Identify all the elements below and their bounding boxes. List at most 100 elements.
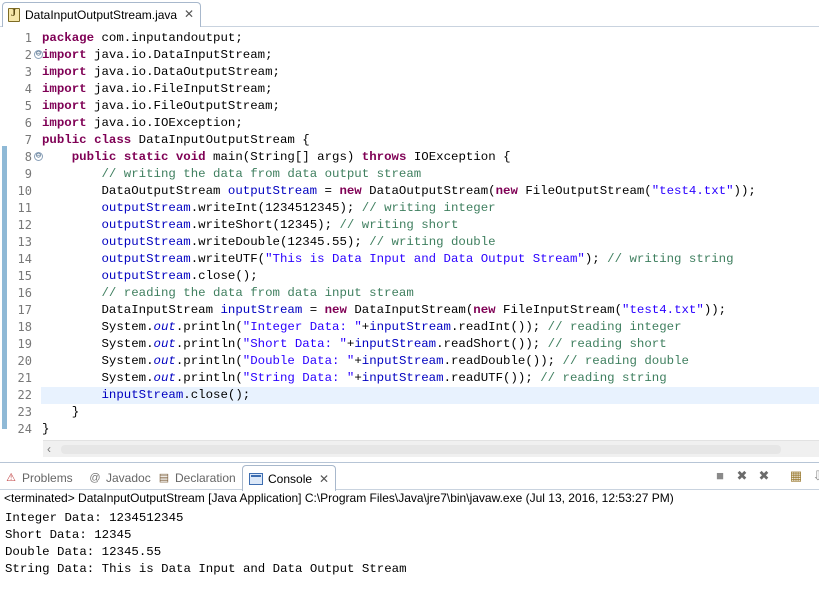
code-line[interactable]: System.out.println("Double Data: "+input… [42,353,819,370]
code-token: .close(); [183,388,251,402]
code-token: out [153,320,176,334]
line-number: 8 ⊖ [24,150,43,164]
code-token: new [495,184,518,198]
code-token: "Double Data: " [242,354,355,368]
code-line[interactable]: import java.io.DataInputStream; [42,47,819,64]
code-line[interactable]: inputStream.close(); [41,387,819,404]
code-line[interactable]: System.out.println("String Data: "+input… [42,370,819,387]
console-status-header: <terminated> DataInputOutputStream [Java… [4,491,674,505]
code-line[interactable]: public class DataInputOutputStream { [42,132,819,149]
code-line[interactable]: outputStream.writeShort(12345); // writi… [42,217,819,234]
tab-javadoc[interactable]: @ Javadoc [88,468,150,488]
scrollbar-thumb[interactable] [61,445,781,454]
code-line[interactable]: import java.io.IOException; [42,115,819,132]
line-number: 2 ⊖ [24,48,43,62]
code-line[interactable]: DataInputStream inputStream = new DataIn… [42,302,819,319]
close-icon[interactable]: ✕ [319,472,329,486]
clear-console-icon[interactable]: ▦ [788,468,804,484]
code-editor[interactable]: 1 2 ⊖ 3 4 5 6 7 8 ⊖ 9 10 11 12 13 14 15 16 17 18 19 20 21 22 23 2… [0,27,819,438]
code-token: public [42,133,87,147]
code-line[interactable]: } [42,421,819,438]
code-line[interactable]: outputStream.writeUTF("This is Data Inpu… [42,251,819,268]
code-line[interactable]: import java.io.FileInputStream; [42,81,819,98]
code-token: java.io.IOException; [86,116,243,130]
editor-tab-datainputoutputstream[interactable]: J DataInputOutputStream.java ✕ [2,2,201,27]
scroll-left-icon[interactable]: ‹ [47,442,51,456]
line-number: 23 [17,405,32,419]
line-number: 21 [17,371,32,385]
code-line[interactable]: import java.io.FileOutputStream; [42,98,819,115]
code-token: inputStream [220,303,303,317]
code-token: public [71,150,117,164]
code-line[interactable]: DataOutputStream outputStream = new Data… [42,183,819,200]
code-lines[interactable]: package com.inputandoutput; import java.i… [41,30,819,438]
line-number: 15 [17,269,32,283]
horizontal-scrollbar[interactable]: ‹ [43,440,819,457]
line-number: 11 [17,201,32,215]
console-toolbar: ■ ✖ ✖ ▦ ⇩ [712,468,819,486]
code-token: .writeDouble(12345.55); [190,235,370,249]
code-token: DataInputOutputStream { [131,133,310,147]
code-token: "String Data: " [242,371,355,385]
tab-declaration[interactable]: ▤ Declaration [157,468,236,488]
code-token: DataInputStream [42,303,221,317]
code-token: import [42,82,87,96]
code-token: class [94,133,132,147]
code-line[interactable]: outputStream.writeDouble(12345.55); // w… [42,234,819,251]
code-token: FileInputStream( [495,303,623,317]
code-token: "This is Data Input and Data Output Stre… [265,252,585,266]
code-line[interactable]: System.out.println("Integer Data: "+inpu… [42,319,819,336]
remove-launch-icon[interactable]: ✖ [734,468,750,484]
code-line[interactable]: outputStream.close(); [42,268,819,285]
code-token: .readShort()); [436,337,548,351]
code-token: out [153,337,176,351]
code-token: inputStream [101,388,184,402]
code-token: // reading integer [547,320,682,334]
code-token: java.io.DataOutputStream; [86,65,280,79]
code-token: // reading double [562,354,689,368]
code-token: System. [42,354,154,368]
tab-console[interactable]: Console ✕ [242,465,337,491]
panel-tab-bar: ⚠ Problems @ Javadoc ▤ Declaration Conso… [0,462,819,491]
terminate-icon[interactable]: ■ [712,468,728,484]
code-token: new [339,184,362,198]
scroll-lock-icon[interactable]: ⇩ [810,468,819,484]
code-token: // writing double [369,235,496,249]
code-token: outputStream [101,201,191,215]
code-token: // writing integer [361,201,496,215]
line-number: 4 [24,82,32,96]
change-marker [2,146,7,429]
code-token: "Short Data: " [242,337,347,351]
code-line[interactable]: outputStream.writeInt(1234512345); // wr… [42,200,819,217]
code-token: outputStream [101,269,191,283]
tab-label: Declaration [175,471,236,485]
code-token: outputStream [101,218,191,232]
code-token: // reading short [547,337,667,351]
code-line[interactable]: System.out.println("Short Data: "+inputS… [42,336,819,353]
line-number: 18 [17,320,32,334]
code-line[interactable]: import java.io.DataOutputStream; [42,64,819,81]
code-line[interactable]: package com.inputandoutput; [42,30,819,47]
change-ruler [0,27,9,438]
code-line[interactable]: } [42,404,819,421]
code-token: throws [361,150,407,164]
remove-all-terminated-icon[interactable]: ✖ [756,468,772,484]
code-token: inputStream [361,371,444,385]
code-token: } [42,422,50,436]
line-number: 5 [24,99,32,113]
code-line[interactable]: // reading the data from data input stre… [42,285,819,302]
console-output[interactable]: Integer Data: 1234512345 Short Data: 123… [5,510,407,578]
code-token: import [42,99,87,113]
code-line[interactable]: // writing the data from data output str… [42,166,819,183]
close-icon[interactable]: ✕ [184,7,194,21]
code-token: out [153,371,176,385]
tab-problems[interactable]: ⚠ Problems [4,468,73,488]
code-line[interactable]: public static void main(String[] args) t… [42,149,819,166]
